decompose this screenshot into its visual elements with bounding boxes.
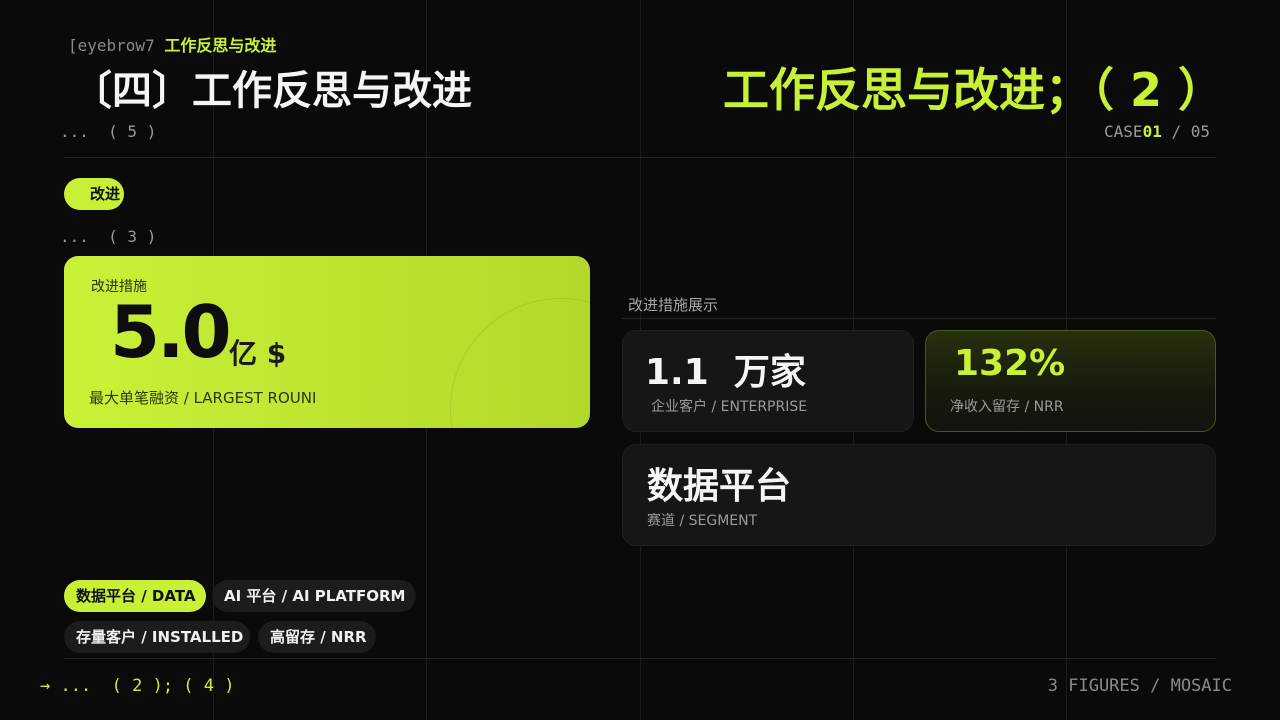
hero-value: 5.0 — [110, 290, 232, 374]
stat-value: 1.1 万家 — [645, 352, 806, 393]
section-counter: ... ( 5 ) — [60, 122, 157, 141]
tag-pill: 改进 — [64, 178, 125, 210]
footer-nav: → ... ( 2 ); ( 4 ) — [40, 676, 235, 696]
eyebrow: [eyebrow7 工作反思与改进 — [68, 32, 276, 56]
eyebrow-code: [eyebrow7 — [68, 36, 155, 55]
stat-card-segment: 数据平台 赛道 / SEGMENT — [622, 444, 1216, 546]
page-title: 〔四〕工作反思与改进 — [72, 68, 472, 114]
stat-card-enterprise: 1.1 万家 企业客户 / ENTERPRISE — [622, 330, 914, 432]
chip-nrr[interactable]: 高留存 / NRR — [258, 621, 376, 653]
stat-label: 净收入留存 / NRR — [950, 399, 1064, 415]
section-title: 工作反思与改进；（ 2 ） — [722, 63, 1224, 117]
case-total: / 05 — [1161, 122, 1210, 141]
stat-label: 赛道 / SEGMENT — [647, 513, 758, 529]
sub-counter: ... ( 3 ) — [60, 227, 157, 246]
hero-caption: 最大单笔融资 / LARGEST ROUNI — [89, 389, 317, 407]
eyebrow-text: 工作反思与改进 — [164, 36, 277, 55]
case-indicator: CASE01 / 05 — [1104, 122, 1210, 141]
decorative-ring — [450, 298, 590, 428]
stat-value: 132% — [954, 343, 1066, 384]
stat-value: 数据平台 — [647, 466, 792, 507]
case-number: 01 — [1142, 122, 1162, 141]
stat-card-nrr: 132% 净收入留存 / NRR — [925, 330, 1216, 432]
footer-caption: 3 FIGURES / MOSAIC — [1047, 676, 1232, 696]
hero-unit: 亿 $ — [229, 337, 287, 370]
stat-label: 企业客户 / ENTERPRISE — [651, 399, 808, 415]
hero-card: 改进措施 5.0 亿 $ 最大单笔融资 / LARGEST ROUNI — [64, 256, 590, 428]
header-divider — [64, 157, 1216, 158]
chip-ai-platform[interactable]: AI 平台 / AI PLATFORM — [212, 580, 416, 612]
case-prefix: CASE — [1104, 122, 1143, 141]
chip-installed[interactable]: 存量客户 / INSTALLED — [64, 621, 250, 653]
section-divider — [622, 318, 1216, 319]
footer-divider — [64, 658, 1216, 659]
section-label: 改进措施展示 — [628, 296, 719, 314]
chip-data[interactable]: 数据平台 / DATA — [64, 580, 206, 612]
